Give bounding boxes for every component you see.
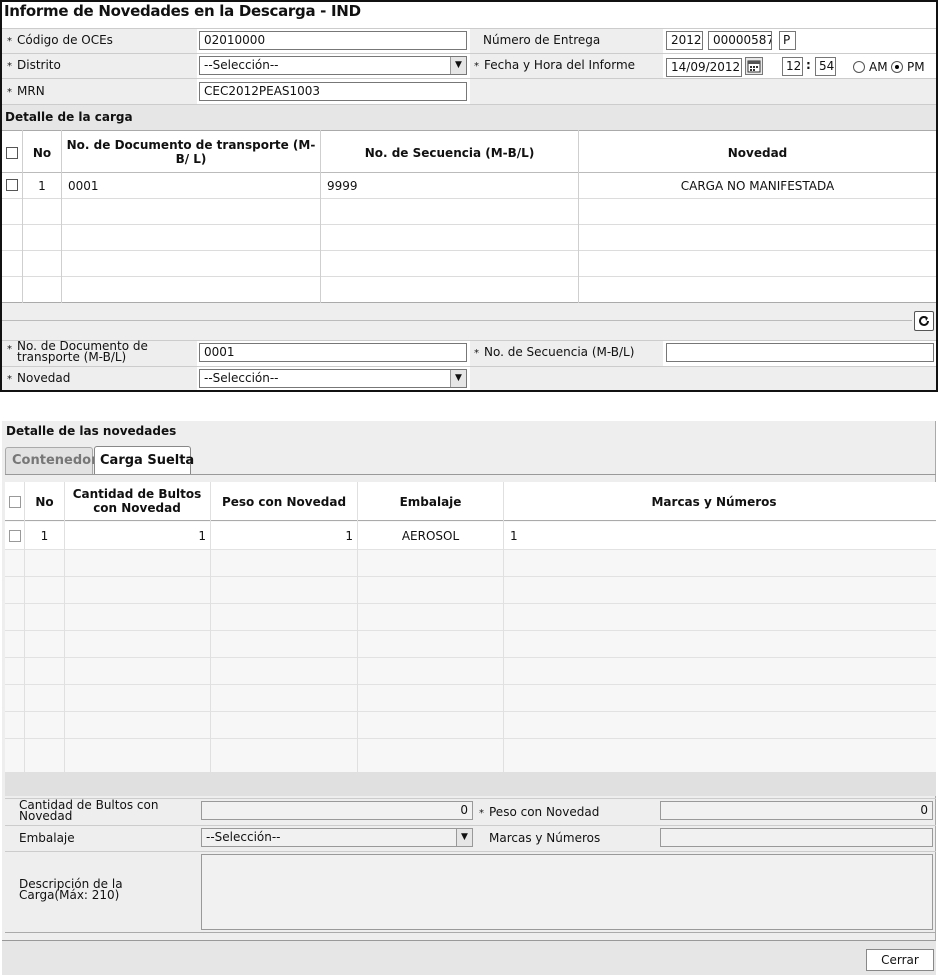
novedades-header-embalaje: Embalaje [399,495,462,509]
marcas-input[interactable] [660,828,933,847]
required-mark: * [7,344,12,355]
novedades-section-title: Detalle de las novedades [6,424,177,438]
carga-row-seq: 9999 [327,179,358,193]
carga-header-novedad: Novedad [727,146,788,160]
novedades-header-marcas: Marcas y Números [651,495,777,509]
carga-novedad-label: Novedad [17,371,71,385]
carga-header-doc: No. de Documento de transporte (M-B/ L) [66,138,316,166]
carga-select-all-checkbox[interactable] [6,147,18,159]
minuto-input[interactable]: 54 [815,57,836,76]
am-radio[interactable] [853,61,865,73]
numero-entrega-year-input[interactable]: 2012 [666,31,703,50]
numero-entrega-number-input[interactable]: 00000587 [708,31,772,50]
required-mark: * [7,87,12,98]
calendar-icon[interactable] [745,57,763,75]
codigo-label: Código de OCEs [17,33,113,47]
distrito-select[interactable]: --Selección-- ▼ [199,56,467,75]
carga-seq-input[interactable] [666,343,934,362]
peso-label: Peso con Novedad [489,805,600,819]
tab-contenedor[interactable]: Contenedor [5,447,97,474]
novedades-row-no: 1 [40,529,49,543]
chevron-down-icon: ▼ [450,57,466,74]
mrn-input[interactable]: CEC2012PEAS1003 [199,82,467,101]
am-label: AM [869,60,888,74]
hora-separator: : [806,58,811,72]
bultos-label: Cantidad de Bultos con Novedad [19,798,159,823]
bultos-input[interactable]: 0 [201,801,473,820]
novedades-header-bultos: Cantidad de Bultos con Novedad [72,487,202,515]
carga-section-header [2,105,936,130]
required-mark: * [474,61,479,72]
pm-radio[interactable] [891,61,903,73]
novedades-header-no: No [35,495,54,509]
hora-input[interactable]: 12 [782,57,803,76]
tab-carga-suelta[interactable]: Carga Suelta [94,446,195,475]
numero-entrega-suffix-input[interactable]: P [779,31,796,50]
tab-contenedor-label: Contenedor [12,453,98,468]
embalaje-select-value: --Selección-- [206,830,281,844]
numero-entrega-label: Número de Entrega [483,33,601,47]
carga-section-title: Detalle de la carga [5,110,133,124]
novedades-table-footer [5,772,936,796]
footer-bar [2,940,936,975]
carga-doc-label: No. de Documento de transporte (M-B/L) [17,339,148,364]
required-mark: * [7,61,12,72]
required-mark: * [7,374,12,385]
novedades-row-embalaje: AEROSOL [401,529,460,543]
fecha-label: Fecha y Hora del Informe [484,58,636,72]
distrito-label: Distrito [17,58,61,72]
distrito-select-value: --Selección-- [204,58,279,72]
tab-carga-suelta-label: Carga Suelta [100,453,195,468]
carga-row-no: 1 [38,179,46,193]
carga-header-seq: No. de Secuencia (M-B/L) [364,146,535,160]
descripcion-label: Descripción de la Carga(Máx: 210) [19,877,123,902]
required-mark: * [479,808,484,819]
chevron-down-icon: ▼ [450,370,466,387]
novedades-row-bultos: 1 [198,529,206,543]
carga-row-checkbox[interactable] [6,179,18,191]
peso-input[interactable]: 0 [660,801,933,820]
novedades-row-marcas: 1 [510,529,518,543]
embalaje-label: Embalaje [19,831,75,845]
carga-row-novedad: CARGA NO MANIFESTADA [680,179,835,193]
embalaje-select[interactable]: --Selección-- ▼ [201,828,473,847]
fecha-input[interactable]: 14/09/2012 [666,58,742,77]
mrn-label: MRN [17,84,45,98]
descripcion-textarea[interactable] [201,854,933,930]
carga-seq-label: No. de Secuencia (M-B/L) [484,345,635,359]
novedades-header-peso: Peso con Novedad [221,495,347,509]
carga-form-empty-bg [663,366,936,390]
cerrar-button[interactable]: Cerrar [866,949,934,971]
carga-divider [2,303,936,340]
refresh-icon [919,315,929,326]
novedades-row-checkbox[interactable] [9,530,21,542]
pm-label: PM [907,60,925,74]
carga-row-doc: 0001 [68,179,99,193]
marcas-label: Marcas y Números [489,831,601,845]
carga-novedad-select-value: --Selección-- [204,371,279,385]
chevron-down-icon: ▼ [456,829,472,846]
refresh-button[interactable] [914,311,934,331]
required-mark: * [474,348,479,359]
carga-header-no: No [32,146,52,160]
required-mark: * [7,36,12,47]
carga-novedad-select[interactable]: --Selección-- ▼ [199,369,467,388]
page-title: Informe de Novedades en la Descarga - IN… [4,2,361,20]
novedades-row-peso: 1 [345,529,353,543]
form-label-bg-3 [470,78,936,104]
codigo-input[interactable]: 02010000 [199,31,467,50]
novedades-select-all-checkbox[interactable] [9,496,21,508]
carga-doc-input[interactable]: 0001 [199,343,467,362]
